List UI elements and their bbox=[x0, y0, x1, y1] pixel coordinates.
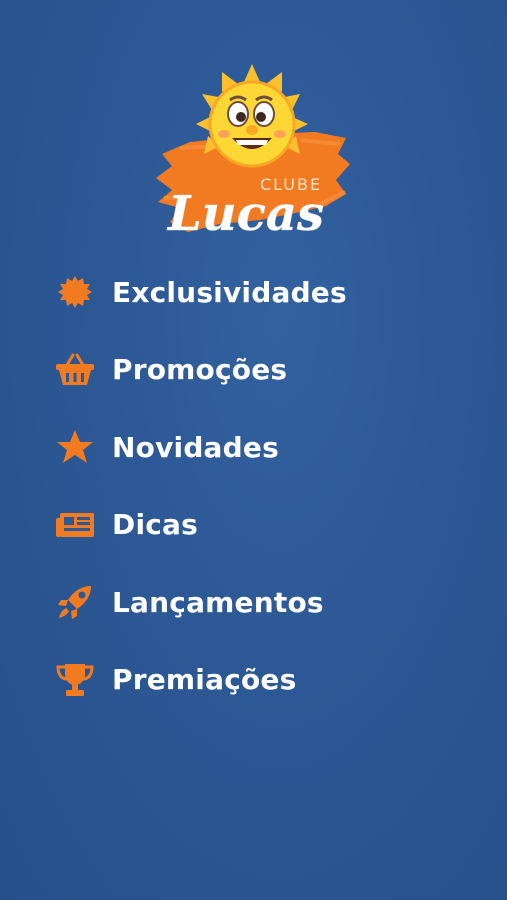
menu-item-premiacoes[interactable]: Premiações bbox=[54, 658, 347, 702]
menu-item-dicas[interactable]: Dicas bbox=[54, 503, 347, 547]
menu-item-exclusividades[interactable]: Exclusividades bbox=[54, 270, 347, 314]
badge-icon bbox=[54, 271, 96, 313]
main-menu: Exclusividades Promoções Novidades Dicas… bbox=[54, 270, 347, 735]
menu-item-label: Lançamentos bbox=[112, 585, 324, 619]
rocket-icon bbox=[54, 581, 96, 623]
basket-icon bbox=[54, 349, 96, 391]
star-icon bbox=[54, 426, 96, 468]
menu-item-label: Novidades bbox=[112, 430, 279, 464]
newspaper-icon bbox=[54, 504, 96, 546]
menu-item-promocoes[interactable]: Promoções bbox=[54, 348, 347, 392]
menu-item-lancamentos[interactable]: Lançamentos bbox=[54, 580, 347, 624]
trophy-icon bbox=[54, 659, 96, 701]
sun-mascot-icon: CLUBE Lucas bbox=[156, 64, 350, 242]
logo-lucas-text: Lucas bbox=[166, 186, 324, 242]
menu-item-label: Dicas bbox=[112, 508, 198, 541]
menu-item-novidades[interactable]: Novidades bbox=[54, 425, 347, 469]
app-screen: CLUBE Lucas Exclusividades Promoções Nov… bbox=[0, 0, 507, 900]
clube-lucas-logo: CLUBE Lucas bbox=[150, 62, 355, 252]
menu-item-label: Exclusividades bbox=[112, 275, 347, 309]
menu-item-label: Promoções bbox=[112, 353, 288, 386]
menu-item-label: Premiações bbox=[112, 663, 297, 696]
